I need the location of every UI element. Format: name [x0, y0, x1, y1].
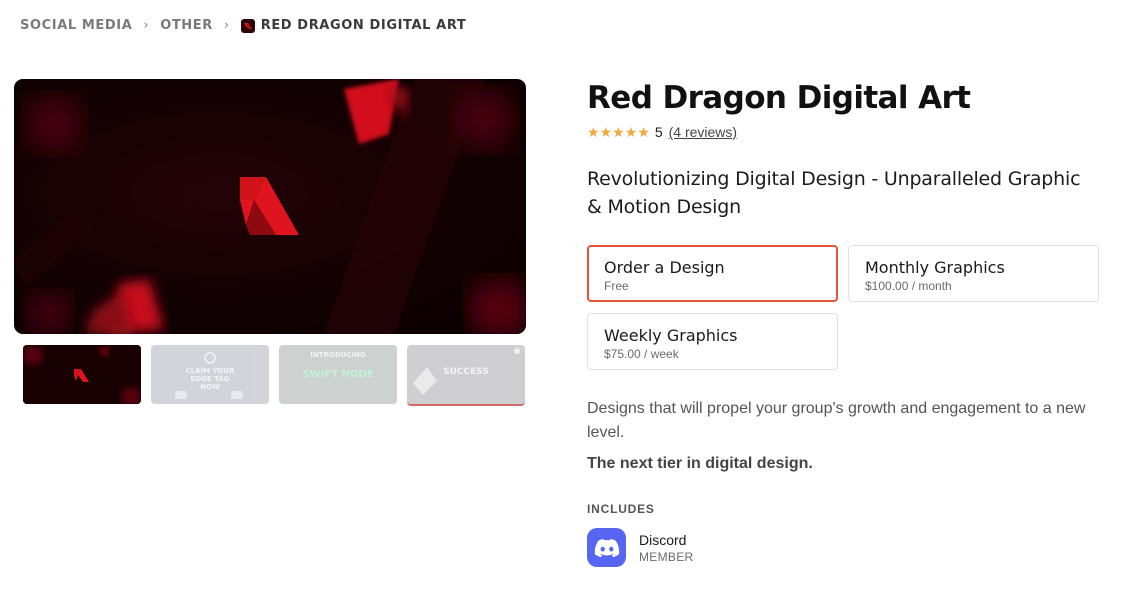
star-rating: ★ ★ ★ ★ ★	[587, 125, 650, 139]
discord-icon	[587, 528, 626, 567]
plan-name: Weekly Graphics	[604, 326, 738, 345]
rating-value: 5	[654, 124, 663, 140]
thumbnail-3-caption-main: SWIFT NODE	[302, 369, 374, 380]
thumbnail-4[interactable]: SUCCESS	[407, 345, 525, 406]
includes-heading: INCLUDES	[587, 502, 655, 516]
image-thumbnails: CLAIM YOUR EDGE TAG NOW INTRODUCING SWIF…	[23, 345, 525, 406]
star-icon: ★	[637, 124, 650, 140]
breadcrumb-other[interactable]: OTHER	[160, 18, 213, 33]
chevron-right-icon: ›	[223, 18, 230, 33]
thumbnail-2-caption: CLAIM YOUR EDGE TAG NOW	[185, 367, 235, 391]
rating: ★ ★ ★ ★ ★ 5 (4 reviews)	[587, 124, 737, 140]
breadcrumb-current-label: RED DRAGON DIGITAL ART	[260, 18, 467, 33]
chevron-right-icon: ›	[143, 18, 150, 33]
plan-price: $75.00 / week	[604, 347, 679, 361]
reviews-link[interactable]: (4 reviews)	[669, 124, 737, 140]
star-icon: ★	[599, 124, 613, 140]
thumbnail-3-caption-top: INTRODUCING	[310, 351, 366, 359]
star-icon: ★	[612, 124, 625, 140]
include-role: MEMBER	[639, 549, 694, 564]
red-dragon-logo-icon	[240, 177, 299, 235]
include-name: Discord	[639, 531, 687, 548]
product-main-image[interactable]	[14, 79, 526, 334]
include-item-discord: Discord MEMBER	[587, 528, 693, 567]
plan-order-a-design[interactable]: Order a Design Free	[587, 245, 838, 302]
breadcrumb-current: RED DRAGON DIGITAL ART	[240, 18, 467, 33]
red-dragon-logo-icon	[240, 18, 255, 33]
star-icon: ★	[587, 124, 600, 140]
breadcrumb-social-media[interactable]: SOCIAL MEDIA	[20, 18, 132, 33]
plan-monthly-graphics[interactable]: Monthly Graphics $100.00 / month	[848, 245, 1099, 302]
thumbnail-3[interactable]: INTRODUCING SWIFT NODE	[279, 345, 397, 404]
plan-weekly-graphics[interactable]: Weekly Graphics $75.00 / week	[587, 313, 838, 370]
breadcrumb: SOCIAL MEDIA › OTHER › RED DRAGON DIGITA…	[20, 18, 466, 33]
product-title: Red Dragon Digital Art	[587, 80, 971, 116]
product-description: Designs that will propel your group's gr…	[587, 400, 1086, 441]
product-highlight: The next tier in digital design.	[587, 455, 813, 472]
star-icon: ★	[624, 124, 638, 140]
thumbnail-1[interactable]	[23, 345, 141, 404]
plan-name: Order a Design	[604, 258, 725, 277]
plan-price: Free	[604, 279, 629, 293]
plan-name: Monthly Graphics	[865, 258, 1005, 277]
plan-price: $100.00 / month	[865, 279, 952, 293]
thumbnail-2[interactable]: CLAIM YOUR EDGE TAG NOW	[151, 345, 269, 404]
product-tagline: Revolutionizing Digital Design - Unparal…	[587, 168, 1081, 218]
thumbnail-4-caption: SUCCESS	[443, 367, 489, 377]
